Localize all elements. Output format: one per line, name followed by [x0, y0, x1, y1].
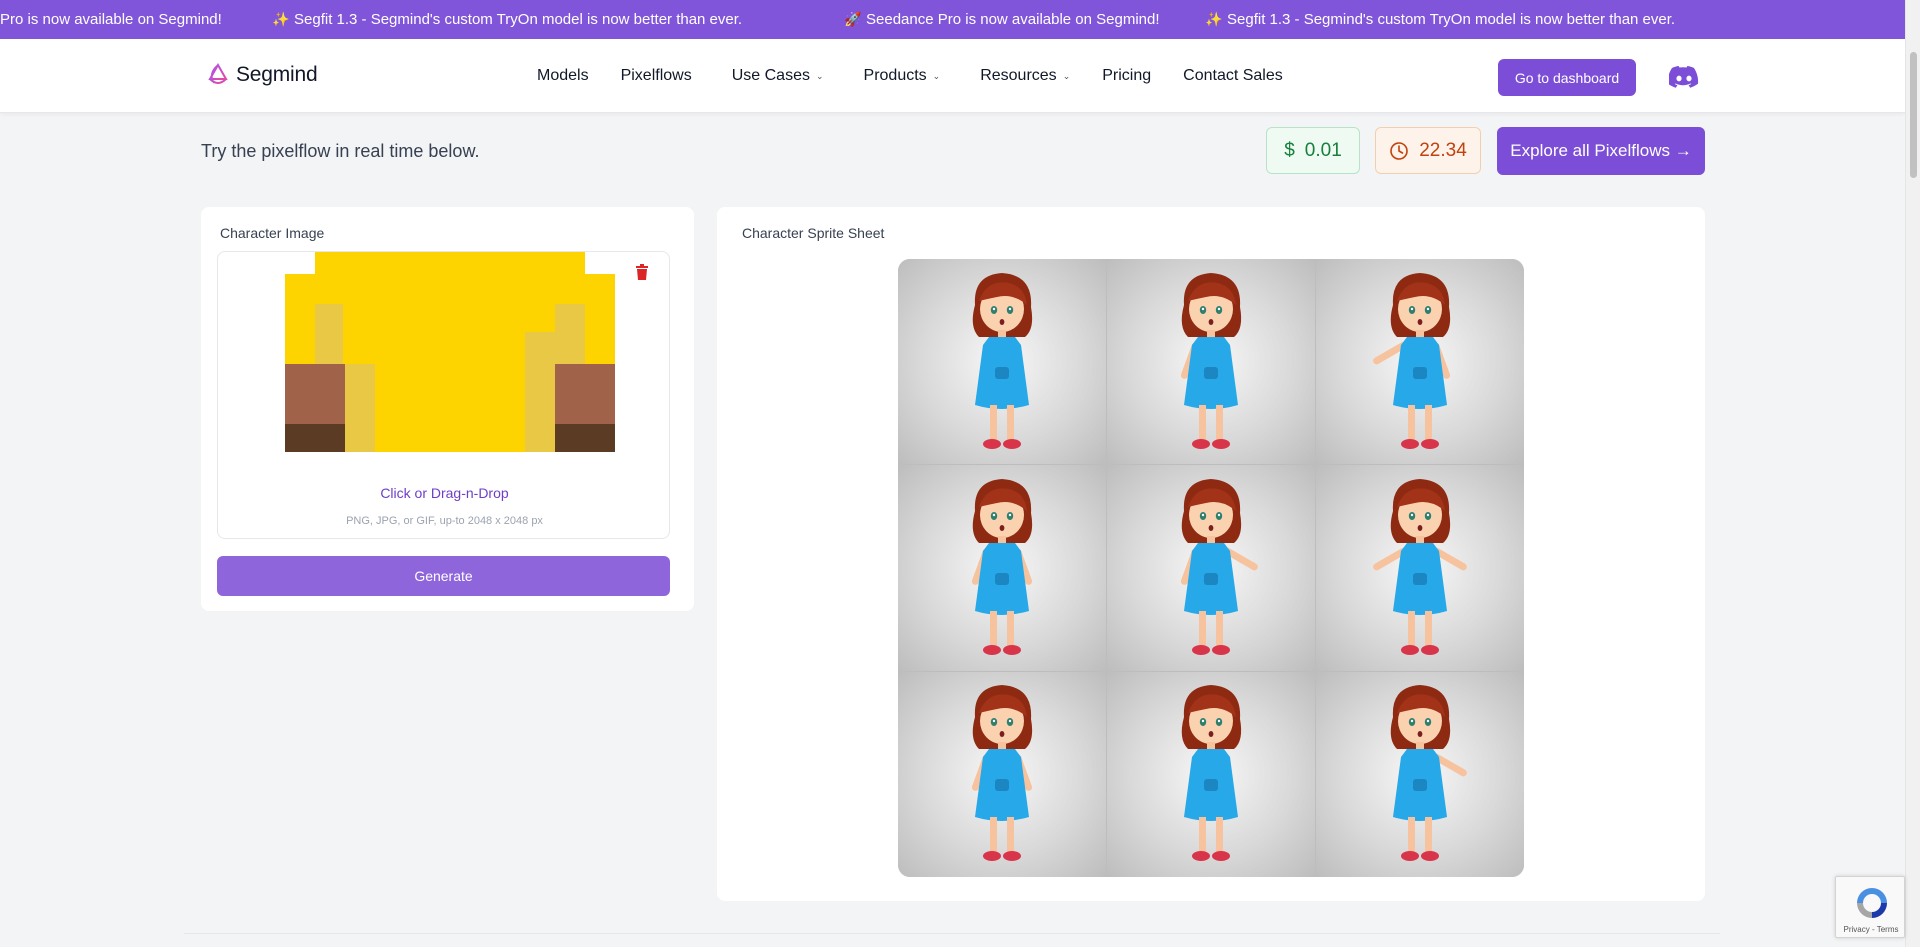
image-dropzone[interactable]: Click or Drag-n-Drop PNG, JPG, or GIF, u… [217, 251, 670, 539]
sprite-frame [898, 465, 1106, 671]
sparkle-icon: ✨ [272, 11, 290, 27]
top-nav: Segmind Models Pixelflows Use Cases ⌄ Pr… [0, 39, 1905, 113]
nav-item-products[interactable]: Products ⌄ [864, 67, 941, 85]
chevron-down-icon: ⌄ [1062, 70, 1071, 81]
brand-logo[interactable]: Segmind [206, 63, 318, 87]
go-to-dashboard-button[interactable]: Go to dashboard [1498, 59, 1636, 96]
time-value: 22.34 [1419, 139, 1467, 161]
sprite-sheet-image [898, 259, 1524, 877]
section-divider [184, 933, 1720, 934]
sprite-frame [1107, 671, 1315, 877]
character-sprite-sheet-label: Character Sprite Sheet [742, 225, 885, 241]
trash-icon[interactable] [635, 264, 649, 280]
character-figure [971, 478, 1033, 655]
character-figure [1373, 272, 1451, 449]
character-figure [972, 272, 1033, 449]
scrollbar-thumb[interactable] [1910, 52, 1917, 178]
chevron-down-icon: ⌄ [932, 70, 941, 81]
page-scrollbar[interactable] [1905, 0, 1920, 947]
explore-all-pixelflows-button[interactable]: Explore all Pixelflows → [1497, 127, 1705, 175]
nav-item-pixelflows[interactable]: Pixelflows [621, 67, 692, 85]
announcement-bar: Pro is now available on Segmind! ✨ Segfi… [0, 0, 1905, 39]
nav-item-contact-sales[interactable]: Contact Sales [1183, 67, 1283, 85]
nav-item-models[interactable]: Models [537, 67, 589, 85]
uploaded-image-preview [285, 252, 615, 452]
time-badge: 22.34 [1375, 127, 1481, 174]
sprite-frame [1316, 465, 1524, 671]
character-figure [1181, 685, 1242, 862]
sparkle-icon: ✨ [1205, 11, 1223, 27]
sprite-frame [898, 671, 1106, 877]
sprite-frame [1316, 671, 1524, 877]
announcement-item[interactable]: Pro is now available on Segmind! [0, 11, 222, 28]
brand-name: Segmind [236, 63, 318, 86]
cost-badge: $ 0.01 [1266, 127, 1360, 174]
nav-item-use-cases[interactable]: Use Cases ⌄ [732, 67, 824, 85]
chevron-down-icon: ⌄ [815, 70, 824, 81]
announcement-item[interactable]: ✨ Segfit 1.3 - Segmind's custom TryOn mo… [272, 11, 742, 28]
recaptcha-icon [1857, 888, 1887, 918]
nav-item-pricing[interactable]: Pricing [1102, 67, 1151, 85]
character-figure [1373, 478, 1467, 655]
page-subtitle: Try the pixelflow in real time below. [201, 141, 480, 161]
main-menu: Models Pixelflows Use Cases ⌄ Products ⌄… [537, 39, 1283, 113]
sprite-frame [898, 259, 1106, 465]
sprite-frame [1107, 259, 1315, 465]
character-figure [971, 685, 1033, 862]
discord-icon[interactable] [1669, 64, 1699, 90]
click-or-drag-link[interactable]: Click or Drag-n-Drop [218, 485, 671, 501]
announcement-item[interactable]: ✨ Segfit 1.3 - Segmind's custom TryOn mo… [1205, 11, 1675, 28]
clock-icon [1390, 141, 1409, 160]
sprite-frame [1316, 259, 1524, 465]
character-figure [1390, 685, 1467, 862]
character-image-label: Character Image [220, 225, 325, 241]
input-panel: Character Image Click or Drag-n-Drop PNG… [201, 207, 694, 611]
output-panel: Character Sprite Sheet [717, 207, 1705, 901]
sprite-frame [1107, 465, 1315, 671]
character-figure [1180, 272, 1242, 449]
dollar-icon: $ [1284, 139, 1295, 161]
recaptcha-links[interactable]: Privacy - Terms [1836, 925, 1906, 934]
nav-item-resources[interactable]: Resources ⌄ [980, 67, 1070, 85]
recaptcha-badge[interactable]: Privacy - Terms [1835, 876, 1905, 938]
segmind-logo-icon [208, 63, 228, 84]
generate-button[interactable]: Generate [217, 556, 670, 596]
rocket-icon: 🚀 [844, 11, 862, 27]
announcement-item[interactable]: 🚀 Seedance Pro is now available on Segmi… [844, 11, 1160, 28]
character-figure [1180, 478, 1258, 655]
cost-value: 0.01 [1304, 139, 1342, 161]
dropzone-help-text: PNG, JPG, or GIF, up-to 2048 x 2048 px [346, 515, 543, 527]
